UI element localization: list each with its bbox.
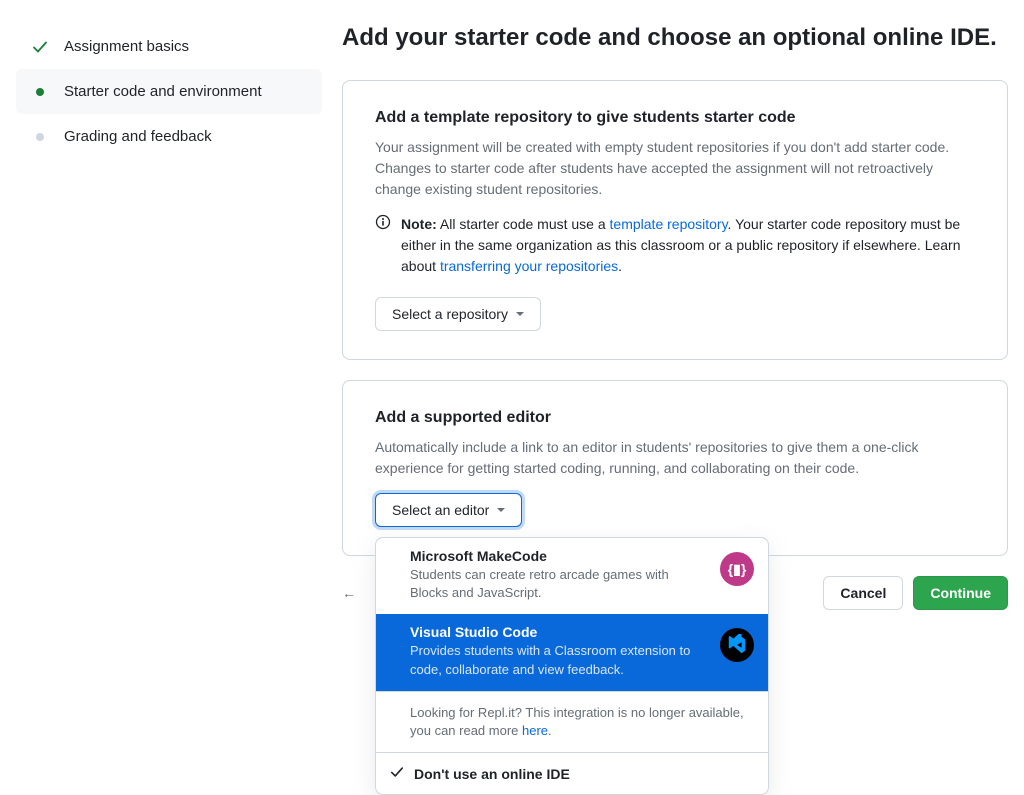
template-repository-link[interactable]: template repository xyxy=(610,216,728,232)
sidebar-item-starter-code[interactable]: Starter code and environment xyxy=(16,69,322,114)
template-panel-desc: Your assignment will be created with emp… xyxy=(375,137,975,200)
dot-active-icon xyxy=(32,84,48,100)
editor-panel: Add a supported editor Automatically inc… xyxy=(342,380,1008,556)
editor-panel-title: Add a supported editor xyxy=(375,409,975,427)
caret-down-icon xyxy=(497,508,505,512)
arrow-left-icon: ← xyxy=(342,585,356,601)
makecode-icon: {▮} xyxy=(720,552,754,586)
cancel-button[interactable]: Cancel xyxy=(823,576,903,610)
back-button[interactable]: ← xyxy=(342,585,356,601)
sidebar-item-grading[interactable]: Grading and feedback xyxy=(16,114,322,159)
note-text-1: All starter code must use a xyxy=(437,216,610,232)
template-panel-title: Add a template repository to give studen… xyxy=(375,109,975,127)
dot-pending-icon xyxy=(32,129,48,145)
note-text-3: . xyxy=(618,258,622,274)
note-text: Note: All starter code must use a templa… xyxy=(401,214,975,277)
svg-text:{▮}: {▮} xyxy=(728,561,747,577)
replit-here-link[interactable]: here xyxy=(522,723,548,738)
editor-option-desc: Students can create retro arcade games w… xyxy=(410,566,708,602)
sidebar-item-label: Starter code and environment xyxy=(64,83,262,100)
page-title: Add your starter code and choose an opti… xyxy=(342,24,1008,52)
editor-option-makecode[interactable]: Microsoft MakeCode Students can create r… xyxy=(376,538,768,614)
caret-down-icon xyxy=(516,312,524,316)
wizard-sidebar: Assignment basics Starter code and envir… xyxy=(16,24,322,610)
continue-button[interactable]: Continue xyxy=(913,576,1008,610)
info-icon xyxy=(375,214,391,277)
dropdown-label: Select an editor xyxy=(392,502,489,518)
editor-option-desc: Provides students with a Classroom exten… xyxy=(410,642,708,678)
check-icon xyxy=(32,39,48,55)
note-prefix: Note: xyxy=(401,216,437,232)
dropdown-label: Select a repository xyxy=(392,306,508,322)
vscode-icon xyxy=(720,628,754,662)
select-repository-dropdown[interactable]: Select a repository xyxy=(375,297,541,331)
template-repo-panel: Add a template repository to give studen… xyxy=(342,80,1008,360)
sidebar-item-assignment-basics[interactable]: Assignment basics xyxy=(16,24,322,69)
editor-option-title: Visual Studio Code xyxy=(410,624,708,640)
editor-dropdown-menu: Microsoft MakeCode Students can create r… xyxy=(375,537,769,795)
check-icon xyxy=(390,765,404,782)
editor-panel-desc: Automatically include a link to an edito… xyxy=(375,437,975,479)
editor-option-title: Microsoft MakeCode xyxy=(410,548,708,564)
editor-option-no-ide[interactable]: Don't use an online IDE xyxy=(376,752,768,794)
select-editor-dropdown[interactable]: Select an editor xyxy=(375,493,522,527)
sidebar-item-label: Grading and feedback xyxy=(64,128,212,145)
transferring-repos-link[interactable]: transferring your repositories xyxy=(440,258,618,274)
sidebar-item-label: Assignment basics xyxy=(64,38,189,55)
replit-note-after: . xyxy=(548,723,552,738)
no-ide-label: Don't use an online IDE xyxy=(414,766,570,782)
editor-option-vscode[interactable]: Visual Studio Code Provides students wit… xyxy=(376,614,768,690)
replit-note-before: Looking for Repl.it? This integration is… xyxy=(410,705,744,738)
